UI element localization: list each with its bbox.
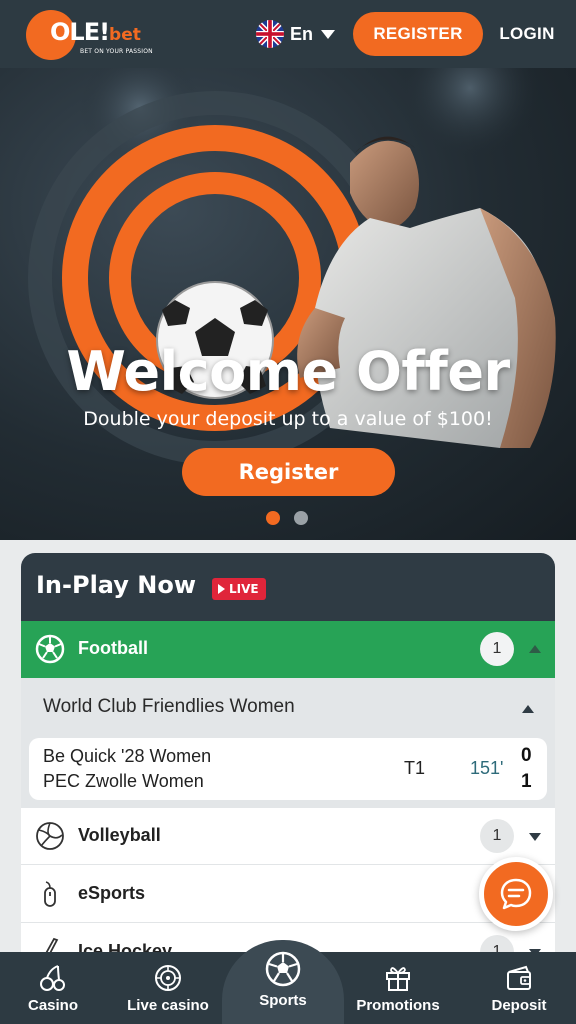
nav-label: Casino — [27, 997, 78, 1014]
match-minute: 151' — [470, 758, 504, 778]
language-selector[interactable]: En — [256, 20, 336, 48]
roulette-icon — [155, 965, 181, 991]
hero-banner[interactable]: Welcome Offer Double your deposit up to … — [0, 68, 576, 540]
match-period: T1 — [404, 758, 426, 778]
gift-icon — [386, 967, 410, 991]
play-icon — [218, 584, 225, 594]
top-header: OLE!bet BET ON YOUR PASSION En REGISTER … — [0, 0, 576, 68]
login-button[interactable]: LOGIN — [494, 12, 560, 56]
chevron-down-icon — [321, 29, 336, 39]
cherries-icon — [40, 965, 65, 991]
logo-name: OLE! — [50, 18, 110, 46]
inplay-title: In-Play Now — [36, 571, 196, 599]
sport-row-esports[interactable]: eSports 1 — [21, 866, 555, 923]
live-badge: LIVE — [212, 578, 266, 600]
football-icon — [35, 634, 65, 664]
match-row[interactable]: Be Quick '28 Women PEC Zwolle Women T1 1… — [29, 738, 547, 800]
nav-live-casino[interactable]: Live casino — [118, 952, 218, 1024]
home-team: Be Quick '28 Women — [43, 746, 212, 766]
sport-row-football[interactable]: Football 1 — [21, 621, 555, 678]
football-icon — [265, 951, 301, 987]
nav-label: Sports — [259, 992, 307, 1009]
event-count-badge: 1 — [480, 819, 514, 853]
uk-flag-icon — [256, 20, 284, 48]
home-score: 0 — [521, 745, 532, 766]
inplay-panel: In-Play Now LIVE Football 1 World Club F… — [21, 553, 555, 973]
event-count-badge: 1 — [480, 632, 514, 666]
wallet-icon — [507, 965, 531, 990]
chat-bubble-icon — [500, 878, 532, 910]
league-title[interactable]: World Club Friendlies Women — [43, 696, 295, 718]
nav-label: Live casino — [127, 997, 209, 1014]
nav-promotions[interactable]: Promotions — [346, 952, 450, 1024]
sport-label: Football — [78, 638, 148, 658]
chevron-up-icon[interactable] — [529, 645, 541, 653]
nav-label: Promotions — [356, 997, 440, 1014]
register-button[interactable]: REGISTER — [353, 12, 483, 56]
live-badge-label: LIVE — [229, 582, 259, 596]
league-group: World Club Friendlies Women Be Quick '28… — [21, 678, 555, 813]
nav-casino[interactable]: Casino — [14, 952, 92, 1024]
hero-title: Welcome Offer — [66, 340, 510, 403]
nav-deposit[interactable]: Deposit — [482, 952, 556, 1024]
nav-label: Deposit — [491, 997, 547, 1014]
sport-label: Volleyball — [78, 825, 161, 845]
away-score: 1 — [521, 771, 532, 792]
volleyball-icon — [36, 822, 64, 850]
inplay-header: In-Play Now LIVE — [21, 553, 555, 621]
chevron-down-icon[interactable] — [529, 833, 541, 841]
live-chat-button[interactable] — [479, 857, 553, 931]
language-label: En — [290, 23, 314, 44]
hero-subtitle: Double your deposit up to a value of $10… — [83, 408, 493, 430]
brand-logo[interactable]: OLE!bet BET ON YOUR PASSION — [26, 10, 156, 60]
esports-icon — [44, 881, 56, 907]
carousel-dot-1[interactable] — [266, 511, 280, 525]
hero-register-button[interactable]: Register — [182, 448, 395, 496]
logo-tagline: BET ON YOUR PASSION — [80, 48, 153, 55]
carousel-dot-2[interactable] — [294, 511, 308, 525]
sport-label: eSports — [78, 883, 146, 903]
logo-suffix: bet — [109, 25, 141, 45]
away-team: PEC Zwolle Women — [43, 771, 204, 791]
carousel-dots — [266, 511, 308, 525]
chevron-up-icon[interactable] — [522, 705, 534, 713]
sport-row-volleyball[interactable]: Volleyball 1 — [21, 808, 555, 865]
